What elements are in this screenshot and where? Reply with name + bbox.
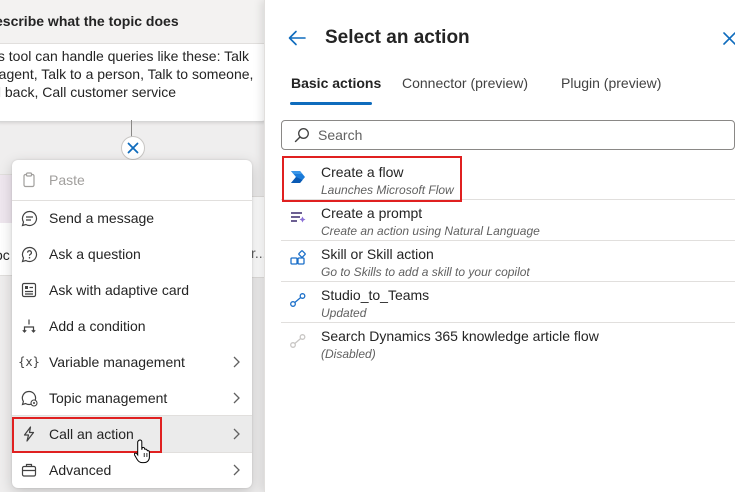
action-description: Create an action using Natural Language xyxy=(321,224,540,238)
description-line: all back, Call customer service xyxy=(0,84,177,100)
chevron-right-icon xyxy=(233,392,240,404)
close-icon[interactable] xyxy=(723,30,735,46)
trigger-node-card[interactable]: escribe what the topic does his tool can… xyxy=(0,0,268,122)
menu-item-label: Send a message xyxy=(49,210,155,226)
menu-item-add-condition[interactable]: Add a condition xyxy=(12,308,252,344)
toolbox-icon xyxy=(20,461,38,479)
action-description: Go to Skills to add a skill to your copi… xyxy=(321,265,530,279)
skill-icon xyxy=(290,250,306,265)
close-add-node-button[interactable] xyxy=(121,136,145,160)
variable-icon: {x} xyxy=(18,355,40,369)
menu-item-label: Advanced xyxy=(49,462,112,478)
tab-connector[interactable]: Connector (preview) xyxy=(402,75,528,91)
authoring-canvas: escribe what the topic does his tool can… xyxy=(0,0,735,492)
chevron-right-icon xyxy=(233,428,240,440)
menu-item-ask-question[interactable]: Ask a question xyxy=(12,236,252,272)
tab-plugin[interactable]: Plugin (preview) xyxy=(561,75,661,91)
chevron-right-icon xyxy=(233,356,240,368)
paste-icon xyxy=(20,171,38,189)
panel-title: Select an action xyxy=(325,27,470,48)
action-studio-to-teams[interactable]: Studio_to_Teams Updated xyxy=(281,281,735,321)
background-node-text: oc xyxy=(0,247,10,263)
menu-item-label: Topic management xyxy=(49,390,168,406)
prompt-icon xyxy=(291,212,306,223)
description-line: o agent, Talk to a person, Talk to someo… xyxy=(0,66,254,82)
menu-item-label: Ask with adaptive card xyxy=(49,282,190,298)
action-create-prompt[interactable]: Create a prompt Create an action using N… xyxy=(281,199,735,239)
menu-item-variable-management[interactable]: {x} Variable management xyxy=(12,344,252,380)
action-search-input[interactable]: Search xyxy=(281,120,735,150)
action-description: (Disabled) xyxy=(321,347,376,361)
chevron-right-icon xyxy=(233,464,240,476)
menu-item-label: Add a condition xyxy=(49,318,146,334)
flow-icon xyxy=(290,293,306,307)
active-tab-indicator xyxy=(290,102,372,105)
menu-item-label: Ask a question xyxy=(49,246,141,262)
trigger-node-title: escribe what the topic does xyxy=(0,13,179,29)
menu-item-label: Paste xyxy=(49,172,85,188)
hand-cursor-icon xyxy=(134,439,150,464)
action-skill[interactable]: Skill or Skill action Go to Skills to ad… xyxy=(281,240,735,280)
chat-bubble-icon xyxy=(20,209,38,227)
menu-item-advanced[interactable]: Advanced xyxy=(12,452,252,488)
tab-basic-actions[interactable]: Basic actions xyxy=(291,75,381,91)
menu-item-label: Variable management xyxy=(49,354,185,370)
highlight-create-flow xyxy=(282,156,462,202)
trigger-node-description: his tool can handle queries like these: … xyxy=(0,47,263,101)
topic-icon xyxy=(20,389,38,407)
action-description: Updated xyxy=(321,306,367,320)
close-icon xyxy=(127,142,139,154)
action-name: Search Dynamics 365 knowledge article fl… xyxy=(321,328,599,344)
trigger-node-header: escribe what the topic does xyxy=(0,0,267,44)
select-action-panel: Select an action Basic actions Connector… xyxy=(264,0,735,492)
action-search-dynamics-kb[interactable]: Search Dynamics 365 knowledge article fl… xyxy=(281,322,735,362)
action-name: Skill or Skill action xyxy=(321,246,434,262)
adaptive-card-icon xyxy=(20,281,38,299)
back-arrow-icon[interactable] xyxy=(287,28,307,48)
menu-item-paste[interactable]: Paste xyxy=(12,162,252,198)
question-bubble-icon xyxy=(20,245,38,263)
menu-item-ask-adaptive-card[interactable]: Ask with adaptive card xyxy=(12,272,252,308)
search-icon xyxy=(294,128,309,143)
action-name: Create a prompt xyxy=(321,205,423,221)
description-line: his tool can handle queries like these: … xyxy=(0,48,250,64)
menu-item-send-message[interactable]: Send a message xyxy=(12,200,252,236)
branch-icon xyxy=(20,317,38,335)
menu-item-topic-management[interactable]: Topic management xyxy=(12,380,252,416)
search-placeholder: Search xyxy=(318,127,363,143)
action-name: Studio_to_Teams xyxy=(321,287,430,303)
flow-disabled-icon xyxy=(290,334,306,348)
